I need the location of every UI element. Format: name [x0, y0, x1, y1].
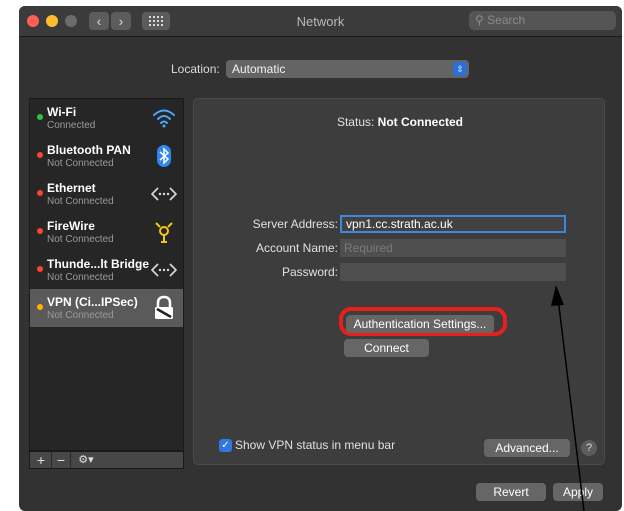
- annotation-arrow: [551, 285, 585, 511]
